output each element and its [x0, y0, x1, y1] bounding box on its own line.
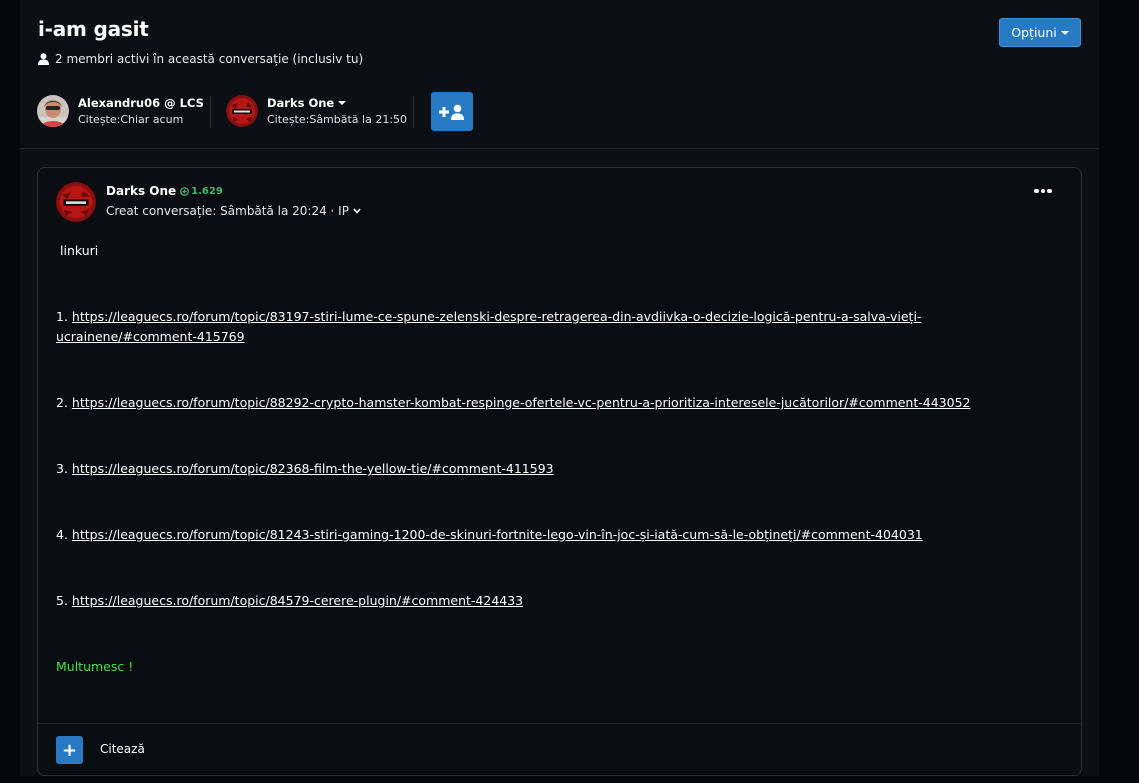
caret-down-icon	[1060, 30, 1069, 35]
participant-name-with-menu[interactable]: Darks One	[267, 96, 407, 110]
participant-status: Citește:Sâmbătă la 21:50	[267, 113, 408, 126]
participant-name[interactable]: Alexandru06 @ LCS	[78, 96, 204, 110]
participant-status: Citește:Chiar acum	[78, 113, 184, 126]
message-post: Darks One 1.629 Creat conversație: Sâmbă…	[37, 167, 1082, 776]
page-title: i-am gasit	[38, 17, 149, 41]
avatar[interactable]	[226, 95, 258, 127]
link-item: 3. https://leaguecs.ro/forum/topic/82368…	[56, 461, 554, 476]
link-item: 1. https://leaguecs.ro/forum/topic/83197…	[56, 309, 922, 344]
add-participant-button[interactable]	[431, 92, 473, 131]
avatar[interactable]	[56, 182, 96, 222]
active-members: 2 membri activi în această conversație (…	[38, 52, 363, 66]
active-members-text: 2 membri activi în această conversație (…	[55, 52, 364, 66]
post-content: linkuri 1. https://leaguecs.ro/forum/top…	[56, 241, 1056, 677]
post-meta-text: Creat conversație: Sâmbătă la 20:24 · IP	[106, 204, 349, 218]
post-footer-divider	[38, 723, 1081, 724]
post-intro: linkuri	[60, 243, 99, 258]
more-options-icon[interactable]	[1031, 183, 1055, 199]
add-user-icon	[439, 104, 464, 120]
topic-link[interactable]: https://leaguecs.ro/forum/topic/83197-st…	[56, 309, 921, 344]
topic-link[interactable]: https://leaguecs.ro/forum/topic/84579-ce…	[72, 593, 523, 608]
quote-plus-button[interactable]: +	[56, 736, 83, 764]
post-meta: Creat conversație: Sâmbătă la 20:24 · IP	[106, 204, 361, 218]
caret-down-icon[interactable]	[338, 101, 347, 105]
plus-icon: +	[61, 739, 78, 761]
options-button[interactable]: Opțiuni	[999, 18, 1081, 47]
participant-name[interactable]: Darks One	[267, 96, 334, 110]
topic-link[interactable]: https://leaguecs.ro/forum/topic/88292-cr…	[72, 395, 971, 410]
thanks-text: Multumesc !	[56, 659, 134, 674]
participant-darks-one[interactable]: Darks One Citește:Sâmbătă la 21:50	[226, 95, 407, 127]
divider	[413, 96, 414, 128]
conversation-panel: i-am gasit 2 membri activi în această co…	[20, 0, 1099, 783]
quote-button[interactable]: Citează	[100, 742, 145, 756]
post-author: Darks One 1.629	[106, 184, 223, 198]
plus-circle-icon	[180, 186, 190, 196]
link-item: 4. https://leaguecs.ro/forum/topic/81243…	[56, 527, 923, 542]
link-item: 2. https://leaguecs.ro/forum/topic/88292…	[56, 395, 971, 410]
link-item: 5. https://leaguecs.ro/forum/topic/84579…	[56, 593, 524, 608]
topic-link[interactable]: https://leaguecs.ro/forum/topic/82368-fi…	[72, 461, 554, 476]
divider	[210, 96, 211, 128]
avatar[interactable]	[37, 95, 69, 127]
reputation-badge: 1.629	[180, 186, 223, 197]
options-label: Opțiuni	[1011, 25, 1057, 40]
participant-alexandru[interactable]: Alexandru06 @ LCS Citește:Chiar acum	[37, 95, 204, 127]
chevron-down-icon[interactable]	[353, 208, 361, 214]
reputation-value: 1.629	[191, 185, 223, 197]
conversation-header: i-am gasit 2 membri activi în această co…	[20, 0, 1099, 149]
user-icon	[38, 53, 49, 65]
page-bottom	[0, 776, 1139, 783]
topic-link[interactable]: https://leaguecs.ro/forum/topic/81243-st…	[72, 527, 923, 542]
author-name[interactable]: Darks One	[106, 184, 176, 198]
